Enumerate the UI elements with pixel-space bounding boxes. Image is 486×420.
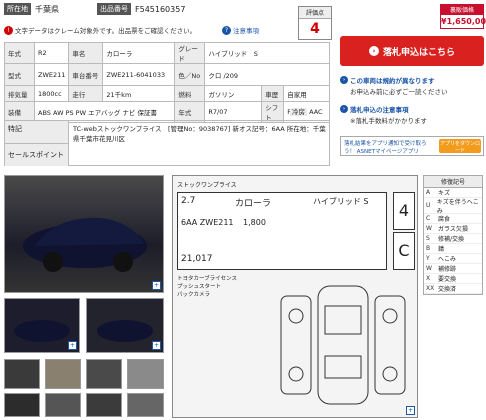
features-panel: 特記 セールスポイント TC-webストックワンプライス [管理No：90387…: [4, 120, 330, 166]
features-text: TC-webストックワンプライス [管理No：9038767] 新オス記号：6A…: [73, 125, 326, 143]
notes-link-label: 注意事項: [233, 27, 259, 35]
arrow-right-icon: ›: [340, 76, 348, 84]
price-value: ¥1,650,000: [440, 14, 486, 29]
list-item: C 腐食: [424, 214, 482, 224]
thumb-photo[interactable]: [86, 393, 122, 417]
notes-link[interactable]: ? 注意事項: [222, 25, 259, 35]
zoom-icon[interactable]: +: [152, 281, 161, 290]
auction-sheet[interactable]: ストックワンプライス 2.7 カローラ ハイブリッド S 6AA ZWE211 …: [172, 175, 418, 418]
list-item: U キズを伴うへこみ: [424, 198, 482, 215]
score-label: 評価点: [299, 7, 331, 19]
zoom-icon[interactable]: +: [152, 341, 161, 350]
question-icon: ?: [222, 25, 231, 35]
spec-extra: 冷房 AAC: [290, 108, 323, 116]
thumb-photo[interactable]: [45, 359, 81, 389]
thumb-photo[interactable]: [127, 359, 164, 389]
app-promo-text: 落札結果をアプリ通知で受け取ろう！ ASNETマイページアプリ: [344, 141, 427, 155]
info-item-terms[interactable]: › この車両は規約が異なります お申込み前に必ずご一読ください: [340, 75, 484, 96]
main-photo[interactable]: +: [4, 175, 164, 293]
sheet-mileage: 21,017: [181, 254, 213, 264]
spec-table: 年式 R2 車名 カローラ グレード ハイブリッド S 型式 ZWE211 車台…: [4, 42, 330, 123]
thumb-photo[interactable]: [4, 359, 40, 389]
lot-number-value: F545160357: [135, 4, 186, 14]
list-item: X 要交換: [424, 274, 482, 284]
warning-text: 文字データはクレーム対象外です。出品票をご確認ください。: [15, 27, 197, 35]
car-image: [23, 217, 147, 272]
legend-title: 修復記号: [424, 176, 482, 188]
sheet-grade: ハイブリッド S: [313, 197, 369, 206]
sheet-title: ストックワンプライス: [177, 182, 237, 189]
sheet-score: 4: [393, 192, 415, 230]
zoom-icon[interactable]: +: [406, 406, 415, 415]
list-item: W 補修跡: [424, 264, 482, 274]
score-value: 4: [310, 21, 320, 37]
lot-header: 所在地 千葉県 出品番号 F545160357: [4, 2, 185, 16]
thumb-photo[interactable]: [4, 393, 40, 417]
score-box: 評価点 4: [298, 6, 332, 40]
list-item: S 修補/交換: [424, 234, 482, 244]
table-row: 型式 ZWE211 車台番号 ZWE211-6041033 色／No クロ /2…: [4, 63, 330, 86]
special-notes-label: 特記: [5, 121, 69, 144]
bid-button-label: 落札申込はこちら: [382, 47, 455, 58]
app-promo: 落札結果をアプリ通知で受け取ろう！ ASNETマイページアプリ アプリをダウンロ…: [340, 136, 484, 156]
list-item: Y へこみ: [424, 254, 482, 264]
sheet-year: 2.7: [181, 196, 196, 206]
sheet-cc: 1,800: [243, 218, 266, 227]
bid-button[interactable]: › 落札申込はこちら: [340, 36, 484, 66]
table-row: 排気量 1800cc 走行 21千km 燃料 ガソリン 車歴 自家用: [4, 85, 330, 102]
location-label: 所在地: [4, 3, 31, 15]
zoom-icon[interactable]: +: [68, 341, 77, 350]
list-item: B錆: [424, 244, 482, 254]
thumb-photo[interactable]: +: [4, 298, 80, 353]
list-item: XX 交換済: [424, 284, 482, 294]
sheet-model: 6AA ZWE211: [181, 218, 234, 227]
lot-number-label: 出品番号: [97, 3, 131, 15]
thumb-photo[interactable]: [45, 393, 81, 417]
info-item-cautions[interactable]: › 落札申込の注意事項 ※落札手数料がかかります: [340, 104, 484, 125]
thumb-photo[interactable]: [86, 359, 122, 389]
car-diagram: [280, 285, 406, 405]
sheet-car: カローラ: [235, 199, 272, 209]
thumb-photo[interactable]: +: [86, 298, 164, 353]
list-item: W ガラス欠損: [424, 224, 482, 234]
sheet-notes: トヨタカーブライセンス プッシュスタート バックカメラ: [177, 276, 238, 298]
repair-legend: 修復記号 A キズ U キズを伴うへこみ C 腐食 W ガラス欠損 S 修補/交換 B錆 …: [423, 175, 483, 295]
alert-icon: !: [4, 25, 13, 35]
table-row: 年式 R2 車名 カローラ グレード ハイブリッド S: [4, 42, 330, 64]
location-value: 千葉県: [35, 4, 59, 14]
sheet-interior-grade: C: [393, 232, 415, 270]
info-links: › この車両は規約が異なります お申込み前に必ずご一読ください › 落札申込の注意事…: [340, 75, 484, 125]
warning-notice: ! 文字データはクレーム対象外です。出品票をご確認ください。: [4, 25, 196, 35]
selling-point-label: セールスポイント: [5, 144, 69, 166]
app-download-button[interactable]: アプリをダウンロード: [439, 139, 481, 154]
arrow-right-icon: ›: [340, 105, 348, 113]
arrow-right-icon: ›: [368, 46, 379, 56]
thumb-photo[interactable]: [127, 393, 164, 417]
